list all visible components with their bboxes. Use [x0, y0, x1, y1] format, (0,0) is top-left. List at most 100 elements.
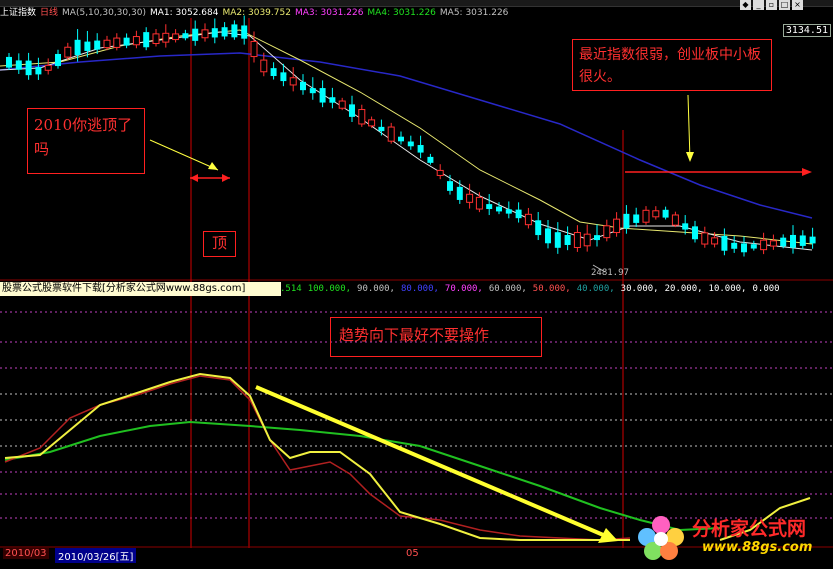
candle-body: [103, 39, 111, 49]
date-cursor[interactable]: 2010/03/26[五]: [55, 548, 137, 563]
candle-body: [662, 209, 669, 218]
candle-body: [535, 220, 542, 236]
candle-body: [329, 97, 336, 103]
candle-body: [74, 39, 81, 56]
logo-name: 分析家公式网: [692, 518, 807, 540]
candle-body: [358, 109, 366, 125]
candle-body: [201, 29, 209, 39]
candle-body: [172, 33, 180, 41]
date-tick: 05: [406, 548, 419, 559]
scale-8: 30.000,: [620, 284, 659, 294]
candle-body: [652, 210, 660, 218]
osc-red-line: [4, 375, 631, 541]
candle-body: [123, 37, 130, 46]
candle-body: [349, 104, 355, 117]
candle-body: [447, 181, 453, 191]
note-arrow-2: [687, 94, 691, 161]
range-arrow-right: [222, 174, 230, 182]
candle-body: [545, 228, 551, 244]
date-start: 2010/03: [3, 548, 49, 559]
logo-url: www.88gs.com: [702, 540, 813, 555]
price-axis-label: 3134.51: [782, 24, 831, 37]
scale-2: 90.000,: [357, 284, 395, 294]
candle-body: [300, 81, 306, 91]
candle-body: [750, 244, 757, 249]
candle-body: [790, 234, 796, 248]
candle-body: [583, 233, 591, 247]
candle-body: [671, 214, 679, 226]
low-price-label: 2481.97: [591, 268, 629, 278]
candle-body: [64, 46, 72, 58]
candle-body: [162, 32, 170, 43]
scale-1: 100.000,: [307, 284, 352, 294]
candle-body: [809, 236, 816, 244]
candle-body: [486, 204, 493, 210]
sub-panel-banner[interactable]: 股票公式股票软件下载[分析家公式网www.88gs.com]: [0, 282, 281, 296]
osc-green-line: [4, 420, 721, 532]
scale-6: 50.000,: [532, 284, 571, 294]
candle-body: [211, 28, 218, 38]
candle-body: [682, 223, 689, 230]
candle-body: [573, 232, 581, 248]
note-top: 顶: [203, 231, 236, 257]
candle-body: [515, 209, 522, 219]
candle-body: [466, 193, 474, 203]
candle-body: [475, 196, 483, 210]
candle-body: [701, 232, 709, 245]
candle-body: [398, 136, 404, 142]
candle-body: [623, 213, 630, 229]
candle-body: [456, 186, 463, 200]
candle-body: [260, 59, 268, 73]
candle-body: [35, 66, 42, 75]
candle-body: [270, 68, 277, 77]
candle-body: [524, 213, 532, 226]
note-weak-index: 最近指数很弱，创业板中小板很火。: [572, 39, 772, 91]
candle-body: [692, 226, 698, 240]
candle-body: [633, 214, 640, 223]
scale-9: 20.000,: [664, 284, 703, 294]
candle-body: [94, 40, 101, 50]
candle-body: [603, 225, 611, 239]
candle-body: [505, 209, 512, 214]
candle-body: [378, 126, 385, 132]
candle-body: [309, 88, 316, 94]
candle-body: [741, 243, 747, 253]
candle-body: [642, 209, 650, 223]
candle-body: [417, 145, 424, 153]
note-arrow-2-head: [686, 152, 694, 162]
candle-body: [436, 169, 444, 176]
candle-body: [338, 100, 346, 109]
candle-body: [721, 235, 728, 251]
candle-body: [84, 41, 91, 51]
note-trend-down: 趋势向下最好不要操作: [330, 317, 542, 357]
candle-body: [152, 33, 160, 45]
candle-body: [182, 33, 189, 39]
candle-body: [192, 28, 199, 41]
candle-body: [241, 25, 248, 39]
candle-body: [143, 32, 150, 48]
candle-body: [760, 239, 768, 251]
note-arrow-1: [149, 139, 219, 171]
candle-body: [407, 141, 414, 147]
candle-body: [769, 240, 777, 247]
scale-11: 0.000: [752, 284, 780, 294]
sub-panel-scale: .514 100.000, 90.000, 80.000, 70.000, 60.000,…: [280, 282, 786, 296]
candle-body: [280, 72, 287, 82]
scale-10: 10.000,: [708, 284, 747, 294]
candle-body: [427, 156, 434, 163]
candle-body: [496, 206, 502, 212]
candle-body: [564, 235, 571, 245]
candle-body: [368, 119, 376, 127]
candle-body: [231, 24, 238, 38]
candle-body: [711, 237, 719, 245]
candle-body: [799, 235, 806, 246]
candle-body: [554, 232, 561, 248]
candle-body: [780, 237, 787, 247]
candle-body: [289, 77, 297, 86]
note-escape-top: 2010你逃顶了吗: [27, 108, 145, 174]
osc-yellow-line: [4, 372, 630, 541]
candle-body: [15, 60, 22, 70]
scale-5: 60.000,: [488, 284, 527, 294]
scale-4: 70.000,: [444, 284, 483, 294]
candle-body: [319, 88, 326, 103]
